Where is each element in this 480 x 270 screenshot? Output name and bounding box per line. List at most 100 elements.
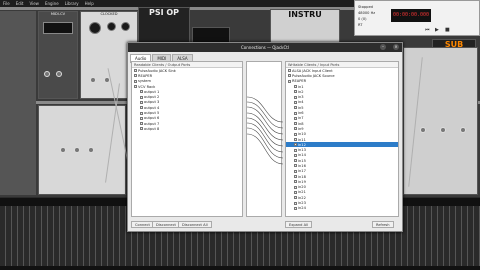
rewind-button[interactable]: ⏮ [425, 27, 433, 34]
cable-jack[interactable] [56, 71, 62, 77]
midi-cv-module[interactable]: MIDI-CV [38, 11, 78, 99]
item-label: in24 [298, 206, 306, 211]
module-title: MIDI-CV [50, 12, 66, 16]
psi-op-module[interactable]: PSI OP [138, 7, 190, 47]
menu-item[interactable]: View [29, 1, 39, 6]
connect-button[interactable]: Connect [131, 221, 154, 228]
item-label: in8 [298, 121, 304, 126]
port-icon [140, 95, 143, 99]
minimize-icon[interactable]: – [380, 44, 386, 50]
cable-jack[interactable] [44, 71, 50, 77]
piano-key[interactable] [474, 206, 480, 266]
client-icon [134, 85, 137, 89]
item-label: in9 [298, 126, 304, 131]
ratio-knob[interactable] [107, 22, 116, 31]
port-icon [294, 159, 297, 163]
refresh-button[interactable]: Refresh [372, 221, 394, 228]
menu-item[interactable]: File [3, 1, 10, 6]
disconnect-button[interactable]: Disconnect [152, 221, 180, 228]
connections-dialog: Connections — QjackCtl – × Audio MIDI AL… [127, 42, 403, 232]
item-label: output 6 [144, 116, 160, 121]
item-label: REAPER [138, 73, 153, 78]
port-icon [294, 180, 297, 184]
item-label: in4 [298, 100, 304, 105]
client-icon [288, 69, 291, 73]
item-label: in6 [298, 111, 304, 116]
item-label: output 2 [144, 95, 160, 100]
module-title: PSI OP [148, 8, 180, 17]
cable-jack[interactable] [60, 147, 66, 153]
item-label: VCV Rack [138, 84, 156, 89]
item-label: output 5 [144, 111, 160, 116]
expand-all-button[interactable]: Expand All [285, 221, 313, 228]
client-icon [134, 79, 137, 83]
status-row: RT [358, 23, 363, 27]
menu-item[interactable]: Library [65, 1, 79, 6]
cable-jack[interactable] [460, 127, 466, 133]
port-icon [294, 111, 297, 115]
port-icon [294, 153, 297, 157]
port-icon [294, 169, 297, 173]
port-icon [294, 138, 297, 141]
port-item[interactable]: in24 [286, 206, 398, 211]
item-label: output 1 [144, 89, 160, 94]
stop-button[interactable]: ■ [445, 27, 453, 34]
connection-lines [246, 96, 284, 165]
port-icon [294, 100, 297, 104]
input-ports-tree: ALSA JACK Input Client PulseAudio JACK So… [286, 68, 398, 211]
item-label: in2 [298, 89, 304, 94]
cable-jack[interactable] [88, 147, 94, 153]
item-label: in3 [298, 95, 304, 100]
port-icon [140, 100, 143, 104]
port-icon [140, 116, 143, 120]
item-label: in7 [298, 116, 304, 121]
port-item[interactable]: output 8 [132, 126, 242, 131]
port-icon [294, 106, 297, 110]
module-display [43, 22, 73, 34]
port-icon [294, 206, 297, 210]
cable-jack[interactable] [420, 127, 426, 133]
item-label: in22 [298, 195, 306, 200]
close-icon[interactable]: × [393, 44, 399, 50]
port-icon [294, 175, 297, 179]
item-label: REAPER [292, 79, 307, 84]
port-icon [140, 127, 143, 131]
connection-lines-pane [246, 61, 284, 217]
port-icon [294, 127, 297, 131]
item-label: in18 [298, 174, 306, 179]
output-ports-tree: PulseAudio JACK Sink REAPER system VCV Rack… [132, 68, 242, 132]
tempo-knob[interactable] [89, 22, 101, 34]
item-label: in12 [298, 142, 306, 147]
cable-jack[interactable] [440, 127, 446, 133]
disconnect-all-button[interactable]: Disconnect All [178, 221, 212, 228]
item-label: in1 [298, 84, 304, 89]
port-icon [294, 95, 297, 99]
item-label: in13 [298, 148, 306, 153]
item-label: output 3 [144, 100, 160, 105]
menu-item[interactable]: Engine [45, 1, 59, 6]
input-ports-pane[interactable]: Writable Clients / Input Ports ALSA JACK… [285, 61, 399, 217]
play-button[interactable]: ▶ [435, 27, 443, 34]
item-label: in21 [298, 190, 306, 195]
dialog-title: Connections — QjackCtl [241, 45, 289, 50]
ratio-knob[interactable] [121, 22, 130, 31]
port-icon [294, 85, 297, 89]
item-label: output 4 [144, 105, 160, 110]
port-icon [294, 148, 297, 152]
port-icon [294, 143, 297, 147]
cable-jack[interactable] [74, 147, 80, 153]
menu-item[interactable]: Edit [16, 1, 24, 6]
cable-jack[interactable] [90, 77, 96, 83]
dialog-titlebar: Connections — QjackCtl – × [128, 43, 402, 52]
client-icon [134, 74, 137, 78]
item-label: in10 [298, 132, 306, 137]
client-icon [288, 79, 291, 83]
port-icon [140, 122, 143, 126]
transport-clock: 00:00:00.000 [391, 9, 431, 22]
output-ports-pane[interactable]: Readable Clients / Output Ports PulseAud… [131, 61, 243, 217]
port-icon [294, 190, 297, 194]
client-icon [134, 69, 137, 73]
item-label: in16 [298, 163, 306, 168]
sequencer-module[interactable] [38, 105, 126, 195]
menu-item[interactable]: Help [85, 1, 94, 6]
